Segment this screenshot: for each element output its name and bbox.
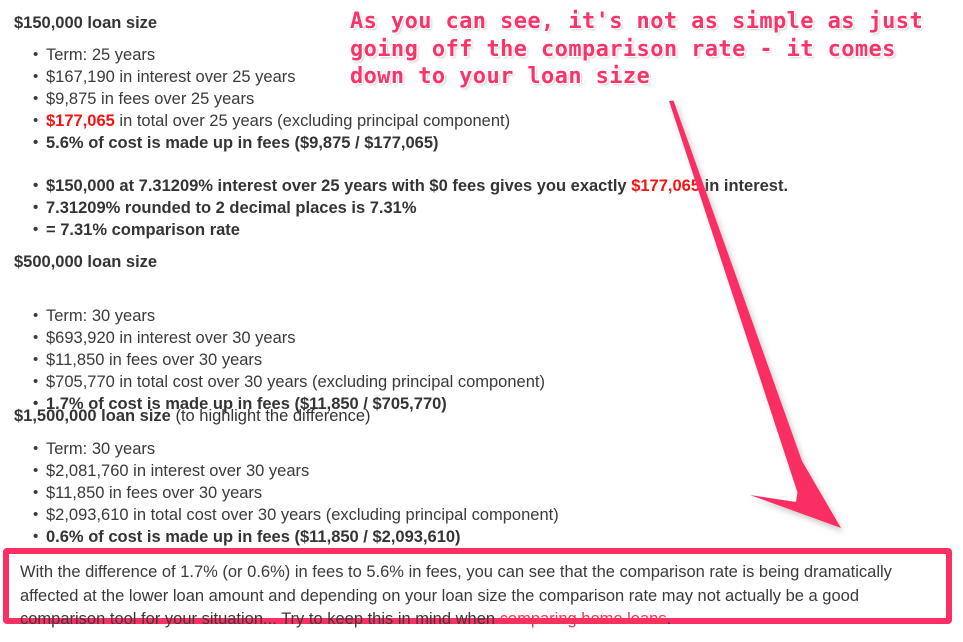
list-item: 0.6% of cost is made up in fees ($11,850…	[14, 526, 559, 548]
bullet-group-1500000: Term: 30 years $2,081,760 in interest ov…	[14, 438, 559, 548]
list-item: = 7.31% comparison rate	[14, 219, 788, 241]
bullet-group-150000-b: $150,000 at 7.31209% interest over 25 ye…	[14, 175, 788, 241]
callout-box: With the difference of 1.7% (or 0.6%) in…	[3, 548, 952, 628]
section-heading-text: $500,000 loan size	[14, 253, 158, 271]
section-150000: $150,000 loan size	[0, 12, 157, 34]
list-item: Term: 25 years	[14, 44, 510, 66]
highlight-amount: $177,065	[631, 177, 701, 195]
section-1500000: $1,500,000 loan size (to highlight the d…	[0, 405, 371, 427]
bullet-group-150000-a: Term: 25 years $167,190 in interest over…	[14, 44, 510, 154]
list-item: $9,875 in fees over 25 years	[14, 88, 510, 110]
list-item: $693,920 in interest over 30 years	[14, 327, 545, 349]
list-item: $177,065 in total over 25 years (excludi…	[14, 110, 510, 132]
list-item: $2,093,610 in total cost over 30 years (…	[14, 504, 559, 526]
list-item: $11,850 in fees over 30 years	[14, 482, 559, 504]
bullet-group-500000: Term: 30 years $693,920 in interest over…	[14, 305, 545, 415]
section-heading-150000: $150,000 loan size	[0, 12, 157, 34]
list-item: $150,000 at 7.31209% interest over 25 ye…	[14, 175, 788, 197]
bullet-list: $150,000 at 7.31209% interest over 25 ye…	[14, 175, 788, 241]
list-item: Term: 30 years	[14, 305, 545, 327]
bullet-list: Term: 30 years $2,081,760 in interest ov…	[14, 438, 559, 548]
list-item-text: $150,000 at 7.31209% interest over 25 ye…	[46, 177, 632, 195]
highlight-amount: $177,065	[46, 112, 115, 130]
list-item: 7.31209% rounded to 2 decimal places is …	[14, 197, 788, 219]
list-item: $2,081,760 in interest over 30 years	[14, 460, 559, 482]
section-heading-text: $1,500,000 loan size	[14, 407, 171, 425]
bullet-list: Term: 25 years $167,190 in interest over…	[14, 44, 510, 154]
list-item: $705,770 in total cost over 30 years (ex…	[14, 371, 545, 393]
section-500000: $500,000 loan size	[0, 251, 157, 273]
list-item: Term: 30 years	[14, 438, 559, 460]
section-heading-suffix: (to highlight the difference)	[170, 407, 371, 425]
callout-text-after-link: .	[666, 610, 672, 628]
callout-text: With the difference of 1.7% (or 0.6%) in…	[20, 561, 935, 632]
list-item: $167,190 in interest over 25 years	[14, 66, 510, 88]
bullet-list: Term: 30 years $693,920 in interest over…	[14, 305, 545, 415]
list-item-text: in total over 25 years (excluding princi…	[114, 112, 511, 130]
page-root: $150,000 loan size Term: 25 years $167,1…	[0, 0, 963, 637]
list-item: $11,850 in fees over 30 years	[14, 349, 545, 371]
section-heading-text: $150,000 loan size	[14, 14, 158, 32]
callout-text-before-link: With the difference of 1.7% (or 0.6%) in…	[20, 563, 892, 628]
list-item-text-tail: in interest.	[700, 177, 789, 195]
comparing-home-loans-link[interactable]: comparing home loans	[500, 610, 667, 628]
section-heading-1500000: $1,500,000 loan size (to highlight the d…	[0, 405, 371, 427]
section-heading-500000: $500,000 loan size	[0, 251, 157, 273]
list-item: 5.6% of cost is made up in fees ($9,875 …	[14, 132, 510, 154]
